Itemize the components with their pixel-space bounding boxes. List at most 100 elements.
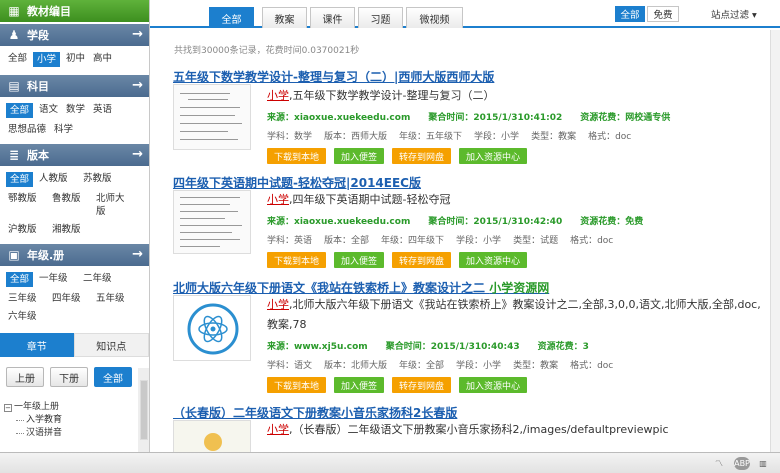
time-field: 聚合时间：2015/1/310:42:40 — [428, 217, 563, 227]
edition-option-selected[interactable]: 全部 — [6, 172, 34, 187]
save-to-cloud-button[interactable]: 转存到网盘 — [392, 148, 452, 164]
edition-option[interactable]: 北师大版 — [94, 192, 134, 218]
tab-knowledge[interactable]: 知识点 — [73, 333, 149, 357]
download-button[interactable]: 下载到本地 — [267, 148, 327, 164]
grade-option[interactable]: 四年级 — [50, 292, 90, 305]
result-title-link[interactable]: 四年级下英语期中试题-轻松夺冠|2014EEC版 — [173, 174, 773, 191]
stage-option[interactable]: 高中 — [91, 52, 114, 67]
stage-options: 全部 小学 初中 高中 — [0, 46, 149, 71]
edition-option[interactable]: 鲁教版 — [50, 192, 90, 218]
tab-courseware[interactable]: 课件 — [310, 7, 355, 28]
tree-root[interactable]: − 一年级上册 — [4, 401, 149, 414]
stage-title: 学段 — [27, 29, 49, 42]
document-thumbnail[interactable] — [173, 420, 251, 452]
result-actions: 下载到本地 加入便签 转存到网盘 加入资源中心 — [267, 377, 767, 393]
edition-option[interactable]: 人教版 — [37, 172, 77, 187]
tree-node[interactable]: 入学教育 — [4, 414, 149, 427]
sidebar-scrollbar[interactable] — [138, 368, 149, 452]
sidebar: ▦ 教材编目 ♟ 学段 → 全部 小学 初中 高中 ▤ 科目 → 全部 语文 数… — [0, 0, 150, 452]
collapse-icon[interactable]: − — [4, 403, 12, 412]
grade-option[interactable]: 二年级 — [81, 272, 121, 287]
add-note-button[interactable]: 加入便签 — [334, 148, 385, 164]
add-to-center-button[interactable]: 加入资源中心 — [459, 377, 528, 393]
grade-option[interactable]: 六年级 — [6, 310, 46, 323]
download-button[interactable]: 下载到本地 — [267, 252, 327, 268]
tab-micro-video[interactable]: 微视频 — [406, 7, 463, 28]
prop-edition: 版本：北师大版 — [324, 361, 388, 371]
keyword-highlight: 小学 — [267, 423, 289, 436]
grade-option-selected[interactable]: 全部 — [6, 272, 34, 287]
source-link[interactable]: xiaoxue.xuekeedu.com — [294, 217, 410, 227]
stage-option[interactable]: 全部 — [6, 52, 29, 67]
edition-option[interactable]: 鄂教版 — [6, 192, 46, 218]
edition-option[interactable]: 湘教版 — [50, 223, 90, 236]
tree-node[interactable]: 汉语拼音 — [4, 427, 149, 440]
grade-option[interactable]: 一年级 — [37, 272, 77, 287]
fee-all-toggle[interactable]: 全部 — [615, 6, 645, 22]
result-title-link[interactable]: （长春版）二年级语文下册教案小音乐家扬科2长春版 — [173, 404, 773, 421]
scrollbar-thumb[interactable] — [140, 380, 148, 440]
type-tab-bar: 全部 教案 课件 习题 微视频 全部 免费 站点过滤 ▾ — [150, 0, 780, 28]
subject-header[interactable]: ▤ 科目 → — [0, 75, 149, 97]
result-body: 小学,四年级下英语期中试题-轻松夺冠 来源：xiaoxue.xuekeedu.c… — [267, 190, 767, 268]
document-thumbnail[interactable] — [173, 84, 251, 150]
edition-header[interactable]: ≣ 版本 → — [0, 144, 149, 166]
add-to-center-button[interactable]: 加入资源中心 — [459, 148, 528, 164]
subject-option[interactable]: 思想品德 — [6, 123, 48, 136]
add-to-center-button[interactable]: 加入资源中心 — [459, 252, 528, 268]
result-meta: 来源：www.xj5u.com 聚合时间：2015/1/310:40:43 资源… — [267, 339, 767, 352]
time-field: 聚合时间：2015/1/310:40:43 — [385, 342, 520, 352]
subject-option[interactable]: 数学 — [64, 103, 87, 118]
site-filter-dropdown[interactable]: 站点过滤 ▾ — [711, 7, 757, 21]
source-field: 来源：xiaoxue.xuekeedu.com — [267, 113, 411, 123]
catalog-title: 教材编目 — [27, 5, 71, 18]
prop-type: 类型：教案 — [531, 132, 577, 142]
save-to-cloud-button[interactable]: 转存到网盘 — [392, 252, 452, 268]
source-link[interactable]: xiaoxue.xuekeedu.com — [294, 113, 410, 123]
add-note-button[interactable]: 加入便签 — [334, 377, 385, 393]
edition-options: 全部 人教版 苏教版 鄂教版 鲁教版 北师大版 沪教版 湘教版 — [0, 166, 149, 240]
tab-exercises[interactable]: 习题 — [358, 7, 403, 28]
prop-grade: 年级：五年级下 — [399, 132, 463, 142]
volume-upper-button[interactable]: 上册 — [6, 367, 44, 387]
fee-field: 资源花费：3 — [537, 342, 589, 352]
prop-grade: 年级：四年级下 — [381, 236, 445, 246]
volume-lower-button[interactable]: 下册 — [50, 367, 88, 387]
stage-option[interactable]: 初中 — [64, 52, 87, 67]
stage-header[interactable]: ♟ 学段 → — [0, 24, 149, 46]
result-title-link[interactable]: 五年级下数学教学设计-整理与复习（二）|西师大版西师大版 — [173, 68, 773, 85]
arrow-right-icon: → — [132, 247, 143, 262]
grade-option[interactable]: 三年级 — [6, 292, 46, 305]
result-title-link[interactable]: 北师大版六年级下册语文《我站在铁索桥上》教案设计之二 小学资源网 — [173, 279, 773, 296]
subject-option[interactable]: 科学 — [52, 123, 75, 136]
grade-option[interactable]: 五年级 — [94, 292, 134, 305]
network-icon[interactable]: ▥ — [756, 457, 770, 470]
edition-option[interactable]: 苏教版 — [81, 172, 121, 187]
prop-format: 格式：doc — [570, 236, 614, 246]
subject-option[interactable]: 语文 — [37, 103, 60, 118]
tab-chapter[interactable]: 章节 — [0, 333, 74, 357]
prop-stage: 学段：小学 — [456, 236, 502, 246]
tab-lesson-plan[interactable]: 教案 — [262, 7, 307, 28]
save-to-cloud-button[interactable]: 转存到网盘 — [392, 377, 452, 393]
time-value: 2015/1/310:41:02 — [473, 113, 563, 123]
volume-all-button[interactable]: 全部 — [94, 367, 132, 387]
download-button[interactable]: 下载到本地 — [267, 377, 327, 393]
result-body: 小学,五年级下数学教学设计-整理与复习（二） 来源：xiaoxue.xuekee… — [267, 86, 767, 164]
add-note-button[interactable]: 加入便签 — [334, 252, 385, 268]
document-thumbnail[interactable] — [173, 190, 251, 254]
grade-header[interactable]: ▣ 年级.册 → — [0, 244, 149, 266]
subject-option[interactable]: 英语 — [91, 103, 114, 118]
main-scrollbar[interactable] — [770, 30, 780, 452]
site-logo-thumbnail[interactable] — [173, 295, 251, 361]
chart-icon[interactable]: 〽 — [712, 457, 726, 470]
edition-option[interactable]: 沪教版 — [6, 223, 46, 236]
abp-icon[interactable]: ABP — [734, 457, 750, 470]
stage-option-selected[interactable]: 小学 — [33, 52, 61, 67]
tab-all[interactable]: 全部 — [209, 7, 254, 28]
fee-free-toggle[interactable]: 免费 — [647, 6, 679, 22]
source-link[interactable]: www.xj5u.com — [294, 342, 368, 352]
site-name-highlight: 小学资源网 — [489, 281, 550, 295]
result-actions: 下载到本地 加入便签 转存到网盘 加入资源中心 — [267, 252, 767, 268]
subject-option-selected[interactable]: 全部 — [6, 103, 34, 118]
